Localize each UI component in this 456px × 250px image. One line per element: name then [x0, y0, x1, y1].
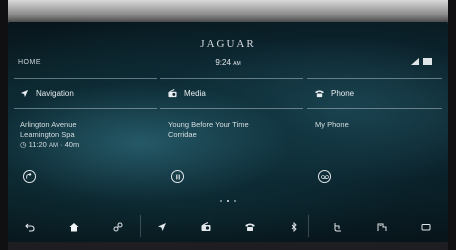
infotainment-screen: JAGUAR HOME 9:24 AM Navigation Media Pho… — [8, 22, 448, 242]
camera-button[interactable] — [417, 218, 435, 236]
tile-divider-media-2 — [160, 108, 303, 109]
tile-media-body[interactable]: Young Before Your Time Corridae — [168, 120, 249, 140]
home-icon — [69, 223, 79, 232]
eta-time: 11:20 — [28, 140, 47, 149]
display-bezel-right — [448, 0, 456, 250]
track-artist: Corridae — [168, 130, 197, 139]
navigation-button[interactable] — [153, 218, 171, 236]
pause-icon — [175, 174, 180, 179]
brand-logo: JAGUAR — [200, 38, 256, 50]
bluetooth-button[interactable] — [285, 218, 303, 236]
destination-town: Leamington Spa — [20, 130, 75, 139]
tile-navigation-title: Navigation — [36, 89, 74, 98]
tile-divider-phone — [307, 78, 442, 79]
back-icon — [25, 223, 35, 232]
bottom-bar — [8, 212, 448, 242]
page-dot[interactable] — [234, 200, 236, 202]
clock-time: 9:24 — [215, 58, 231, 67]
clock-ampm: AM — [233, 61, 241, 67]
status-icons — [411, 58, 432, 65]
tile-media-header[interactable]: Media — [168, 89, 206, 98]
media-button[interactable] — [197, 218, 215, 236]
page-dot[interactable] — [220, 200, 222, 202]
display-bezel-left — [0, 0, 8, 250]
signal-icon — [411, 58, 419, 65]
tile-divider-media — [160, 78, 303, 79]
camera-icon — [421, 224, 431, 231]
phone-icon — [245, 223, 255, 231]
track-title: Young Before Your Time — [168, 120, 249, 129]
tile-media-title: Media — [184, 89, 206, 98]
link-button[interactable] — [109, 218, 127, 236]
voicemail-icon — [320, 174, 329, 179]
vehicle-button[interactable] — [373, 218, 391, 236]
tile-phone-body[interactable]: My Phone — [315, 120, 349, 130]
phone-device-name: My Phone — [315, 120, 349, 129]
navigation-arrow-icon — [20, 89, 29, 98]
eta-row: ◷ 11:20 AM · 40m — [20, 140, 79, 151]
tile-divider-nav — [14, 78, 157, 79]
eta-duration: 40m — [64, 140, 80, 149]
page-indicator — [8, 200, 448, 202]
clock-icon: ◷ — [20, 140, 27, 149]
back-button[interactable] — [21, 218, 39, 236]
tile-phone-header[interactable]: Phone — [315, 89, 354, 98]
battery-icon — [423, 58, 432, 65]
navigation-go-button[interactable] — [23, 170, 36, 183]
display-bezel-top — [0, 0, 456, 24]
phone-button[interactable] — [241, 218, 259, 236]
destination-street: Arlington Avenue — [20, 120, 77, 129]
eta-ampm: AM — [48, 143, 58, 149]
phone-icon — [315, 90, 324, 98]
radio-icon — [168, 89, 177, 98]
climate-button[interactable] — [329, 218, 347, 236]
tile-navigation-header[interactable]: Navigation — [20, 89, 74, 98]
go-icon — [26, 173, 32, 179]
link-icon — [113, 222, 123, 232]
media-pause-button[interactable] — [171, 170, 184, 183]
bluetooth-icon — [291, 222, 297, 232]
clock: 9:24 AM — [8, 58, 448, 67]
home-button[interactable] — [65, 218, 83, 236]
tile-divider-phone-2 — [307, 108, 442, 109]
phone-voicemail-button[interactable] — [318, 170, 331, 183]
tile-navigation-body[interactable]: Arlington Avenue Leamington Spa ◷ 11:20 … — [20, 120, 79, 151]
tile-divider-nav-2 — [14, 108, 157, 109]
climate-icon — [334, 223, 341, 232]
tile-phone-title: Phone — [331, 89, 355, 98]
vehicle-icon — [377, 223, 387, 231]
media-icon — [201, 222, 211, 231]
navigation-icon — [158, 223, 166, 231]
page-dot-active[interactable] — [227, 200, 229, 202]
